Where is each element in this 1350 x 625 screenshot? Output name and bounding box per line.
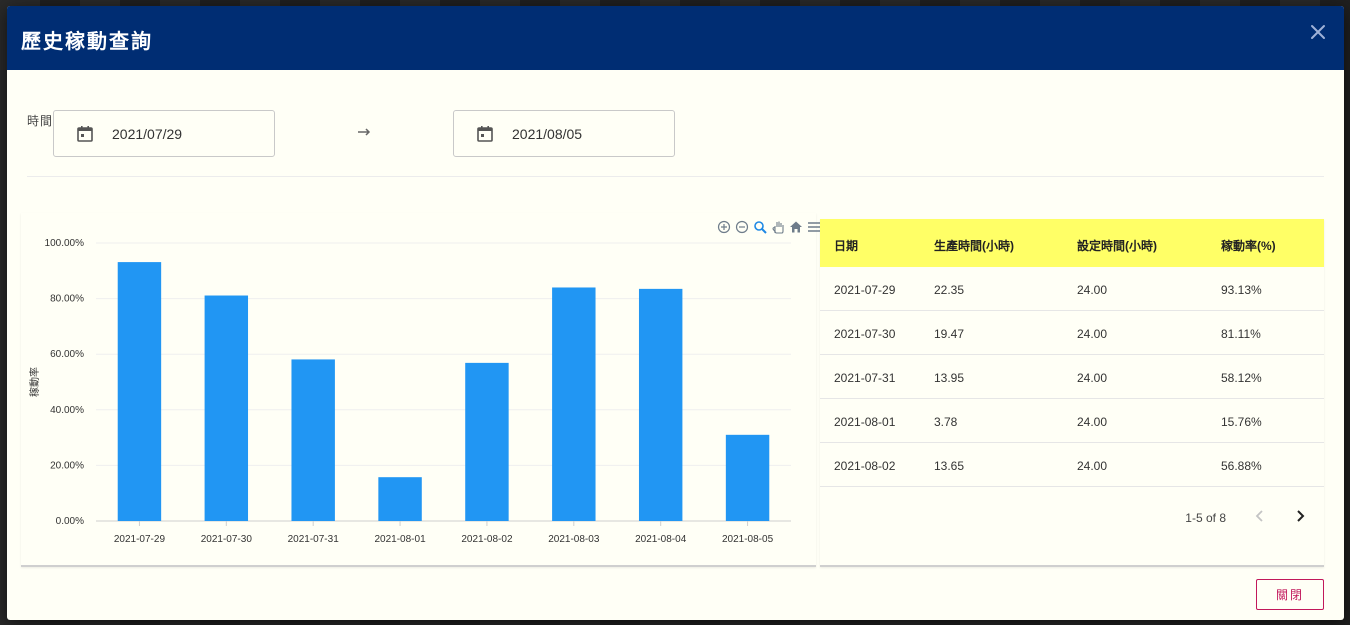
cell-production-hours: 3.78 xyxy=(934,415,958,429)
x-tick-label: 2021-07-31 xyxy=(288,534,340,545)
chart-bar xyxy=(638,288,683,521)
menu-icon[interactable] xyxy=(807,220,821,234)
calendar-icon xyxy=(76,125,94,143)
table-row: 2021-07-30 19.47 24.00 81.11% xyxy=(820,311,1324,355)
pan-hand-icon[interactable] xyxy=(771,220,785,234)
cell-date: 2021-08-01 xyxy=(834,415,896,429)
cell-utilization: 93.13% xyxy=(1221,283,1262,297)
y-axis-label: 稼動率 xyxy=(28,367,41,397)
dialog-title: 歷史稼動查詢 xyxy=(21,29,153,53)
cell-date: 2021-07-29 xyxy=(834,283,896,297)
chart-bar xyxy=(117,262,162,521)
x-tick-label: 2021-08-01 xyxy=(374,534,426,545)
table-row: 2021-08-02 13.65 24.00 56.88% xyxy=(820,443,1324,487)
column-header-utilization[interactable]: 稼動率(%) xyxy=(1221,237,1276,254)
divider xyxy=(27,176,1324,177)
x-tick-label: 2021-08-03 xyxy=(548,534,600,545)
cell-date: 2021-07-31 xyxy=(834,371,896,385)
chevron-right-icon[interactable] xyxy=(1292,508,1308,524)
arrow-right-icon xyxy=(358,124,372,136)
y-tick-label: 0.00% xyxy=(56,516,84,527)
utilization-chart-card: 0.00% 20.00% 40.00% 60.00% 80.00% 100.00% 稼動率 2… xyxy=(21,213,820,567)
cell-setup-hours: 24.00 xyxy=(1077,415,1108,429)
y-tick-label: 40.00% xyxy=(50,405,84,416)
zoom-in-icon[interactable] xyxy=(717,220,731,234)
cell-setup-hours: 24.00 xyxy=(1077,459,1108,473)
table-header-row: 日期 生產時間(小時) 設定時間(小時) 稼動率(%) xyxy=(820,219,1324,267)
column-header-date[interactable]: 日期 xyxy=(834,237,858,254)
table-row: 2021-08-01 3.78 24.00 15.76% xyxy=(820,399,1324,443)
x-tick-label: 2021-07-29 xyxy=(114,534,166,545)
home-reset-icon[interactable] xyxy=(789,220,803,234)
x-tick-label: 2021-08-04 xyxy=(635,534,687,545)
table-row: 2021-07-29 22.35 24.00 93.13% xyxy=(820,267,1324,311)
chart-toolbar xyxy=(717,220,821,234)
cell-date: 2021-07-30 xyxy=(834,327,896,341)
cell-production-hours: 19.47 xyxy=(934,327,965,341)
start-date-field[interactable]: 2021/07/29 xyxy=(53,110,275,157)
chart-bar xyxy=(725,434,770,521)
x-tick-label: 2021-07-30 xyxy=(201,534,253,545)
x-tick-label: 2021-08-05 xyxy=(722,534,774,545)
chart-bar xyxy=(291,359,335,521)
cell-setup-hours: 24.00 xyxy=(1077,283,1108,297)
chevron-left-icon[interactable] xyxy=(1252,508,1268,524)
cell-utilization: 56.88% xyxy=(1221,459,1262,473)
cell-production-hours: 13.65 xyxy=(934,459,965,473)
column-header-production-hours[interactable]: 生產時間(小時) xyxy=(934,237,1014,254)
cell-utilization: 81.11% xyxy=(1221,327,1261,341)
zoom-selection-icon[interactable] xyxy=(753,220,767,234)
table-row: 2021-07-31 13.95 24.00 58.12% xyxy=(820,355,1324,399)
dialog-header: 歷史稼動查詢 xyxy=(7,6,1344,70)
cell-utilization: 15.76% xyxy=(1221,415,1262,429)
y-tick-label: 60.00% xyxy=(50,349,84,360)
y-tick-label: 80.00% xyxy=(50,294,84,305)
end-date-value: 2021/08/05 xyxy=(512,125,583,142)
utilization-bar-chart: 0.00% 20.00% 40.00% 60.00% 80.00% 100.00% 稼動率 2… xyxy=(28,238,791,545)
chart-bar xyxy=(378,477,422,521)
x-tick-label: 2021-08-02 xyxy=(461,534,513,545)
end-date-field[interactable]: 2021/08/05 xyxy=(453,110,675,157)
cell-production-hours: 22.35 xyxy=(934,283,965,297)
cell-setup-hours: 24.00 xyxy=(1077,327,1108,341)
calendar-icon xyxy=(476,125,494,143)
cell-utilization: 58.12% xyxy=(1221,371,1262,385)
pagination-info: 1-5 of 8 xyxy=(1185,511,1226,525)
history-utilization-dialog: 歷史稼動查詢 時間 2021/07/29 2021/08/05 0.00% 20.… xyxy=(7,6,1344,620)
time-label: 時間 xyxy=(27,114,54,128)
chart-bar xyxy=(204,295,249,521)
cell-date: 2021-08-02 xyxy=(834,459,896,473)
cell-production-hours: 13.95 xyxy=(934,371,965,385)
close-icon[interactable] xyxy=(1306,20,1330,44)
chart-bar xyxy=(552,287,596,521)
utilization-table: 日期 生產時間(小時) 設定時間(小時) 稼動率(%) 2021-07-29 2… xyxy=(820,219,1324,567)
column-header-setup-hours[interactable]: 設定時間(小時) xyxy=(1077,237,1157,254)
y-tick-label: 100.00% xyxy=(45,238,85,249)
y-tick-label: 20.00% xyxy=(50,460,84,471)
cell-setup-hours: 24.00 xyxy=(1077,371,1108,385)
table-pagination: 1-5 of 8 xyxy=(1124,501,1324,531)
zoom-out-icon[interactable] xyxy=(735,220,749,234)
start-date-value: 2021/07/29 xyxy=(112,125,183,142)
close-button[interactable]: 關閉 xyxy=(1256,579,1324,610)
chart-bar xyxy=(465,362,509,521)
